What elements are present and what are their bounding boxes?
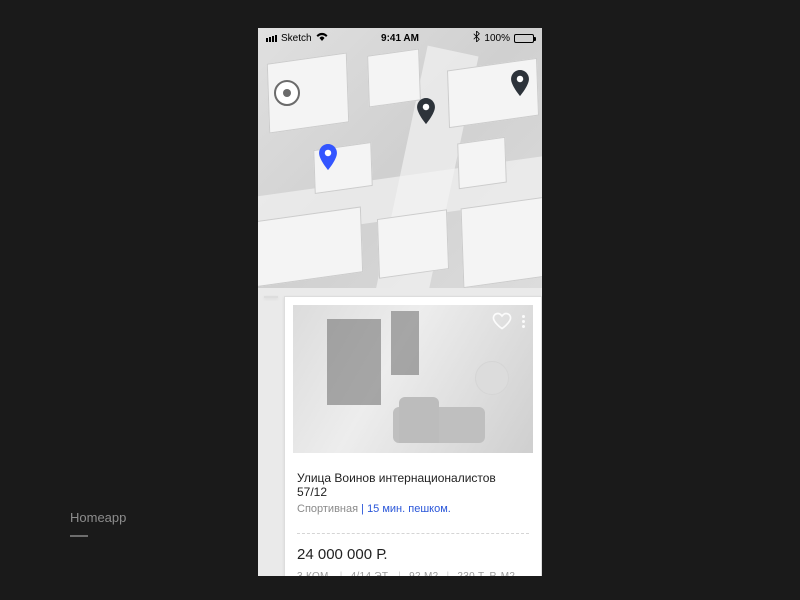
app-caption: Homeapp [70,510,126,537]
battery-label: 100% [484,33,510,44]
map-pin[interactable] [510,70,530,96]
photo-pan-handle[interactable] [475,361,509,395]
map-pin[interactable] [416,98,436,124]
metro-walk-time: 15 мин. пешком. [367,503,451,515]
listing-card-prev[interactable] [264,296,278,298]
listing-photo[interactable] [293,305,533,453]
map-view[interactable] [258,28,542,288]
listing-metro: Спортивная | 15 мин. пешком. [297,503,529,515]
status-right: 100% [473,31,534,45]
photo-decor [393,407,485,443]
spec-rooms: 3 КОМ. [297,571,332,576]
spec-price-per-m2: 230 Т. Р. М2 [457,571,515,576]
spec-area: 92 М2 [409,571,438,576]
bluetooth-icon [473,31,480,45]
signal-icon [266,35,277,42]
status-bar: Sketch 9:41 AM 100% [258,28,542,48]
spec-floor: 4/14 ЭТ. [351,571,391,576]
status-left: Sketch [266,32,328,45]
more-button[interactable] [520,313,527,330]
listing-specs: 3 КОМ.| 4/14 ЭТ.| 92 М2| 230 Т. Р. М2 [285,569,541,576]
metro-station: Спортивная [297,503,358,515]
caption-underline [70,535,88,537]
battery-icon [514,34,534,43]
wifi-icon [316,32,328,45]
listing-address: Улица Воинов интернационалистов 57/12 [297,471,529,499]
favorite-button[interactable] [492,311,512,331]
listing-card[interactable]: Улица Воинов интернационалистов 57/12 Сп… [284,296,542,576]
map-pin-selected[interactable] [318,144,338,170]
clock: 9:41 AM [381,33,419,44]
compass-button[interactable] [274,80,300,106]
phone-frame: Sketch 9:41 AM 100% [258,28,542,576]
listing-price: 24 000 000 Р. [297,546,529,563]
carrier-label: Sketch [281,33,312,44]
app-name: Homeapp [70,510,126,525]
listing-carousel[interactable]: Улица Воинов интернационалистов 57/12 Сп… [258,288,542,576]
